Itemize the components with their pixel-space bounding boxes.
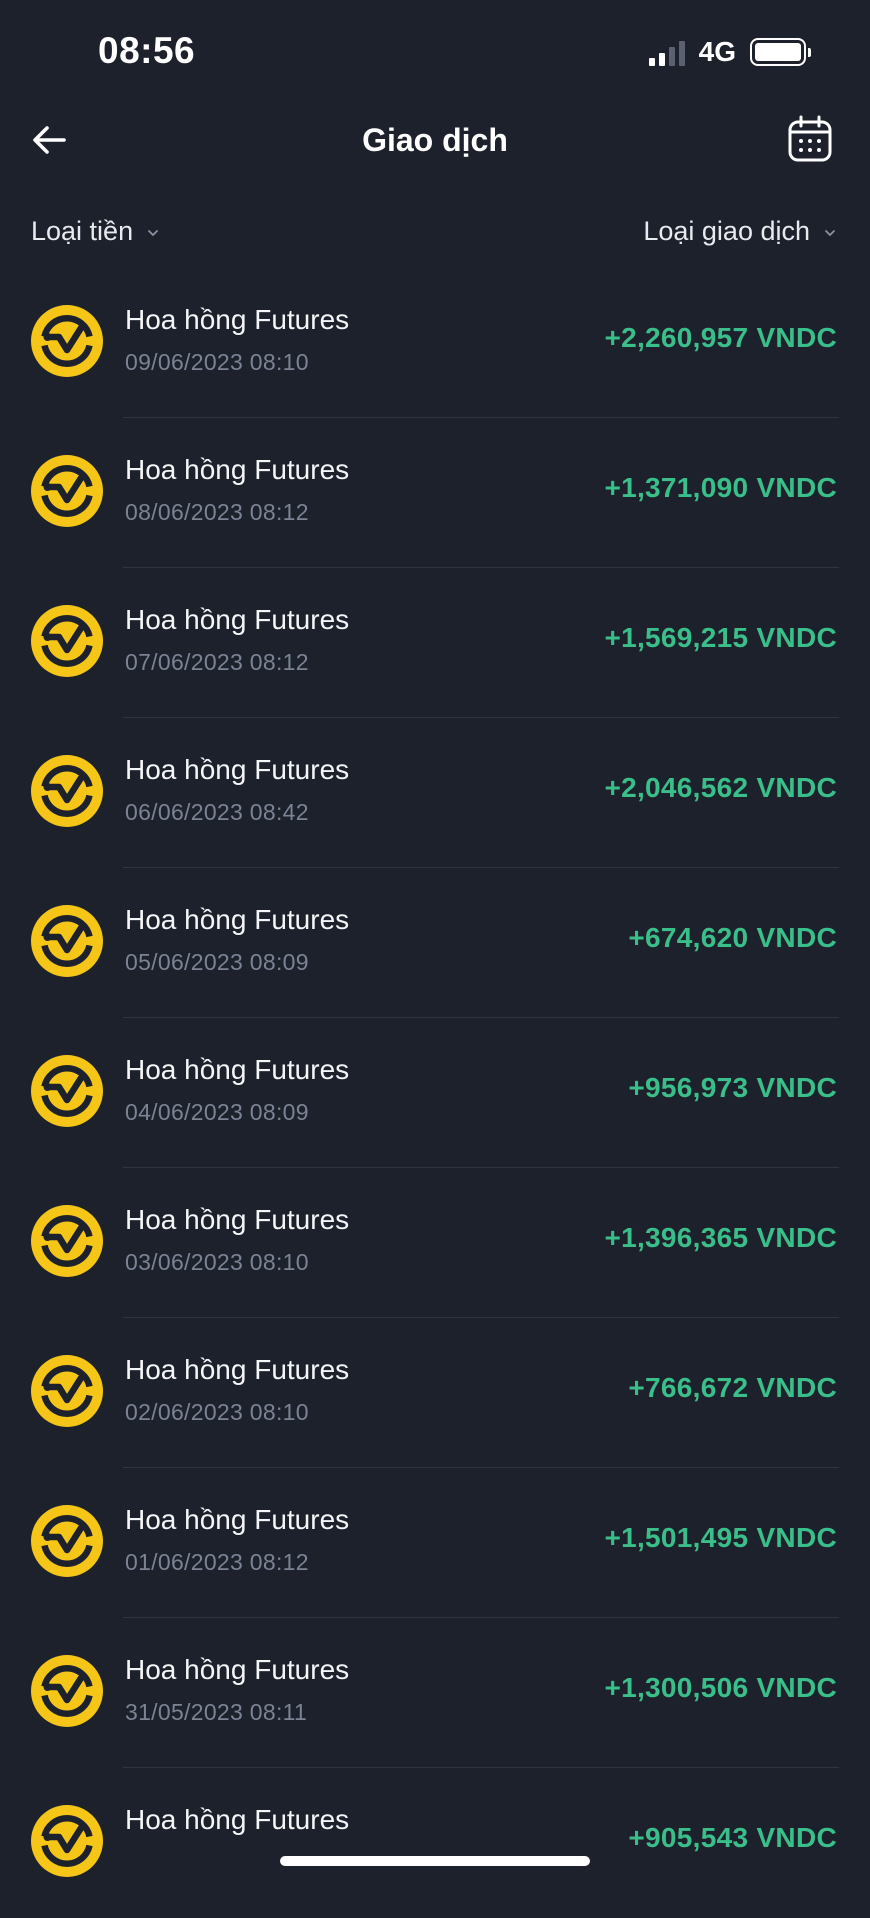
transaction-row[interactable]: Hoa hồng Futures 05/06/2023 08:09 +674,6… bbox=[0, 868, 870, 1018]
transaction-title: Hoa hồng Futures bbox=[125, 604, 350, 635]
transaction-amount: +956,973 VNDC bbox=[628, 1072, 837, 1103]
transaction-amount: +1,501,495 VNDC bbox=[604, 1522, 837, 1553]
transaction-title: Hoa hồng Futures bbox=[125, 1204, 350, 1235]
transaction-date: 02/06/2023 08:10 bbox=[125, 1399, 309, 1425]
transaction-row[interactable]: Hoa hồng Futures 09/06/2023 08:10 +2,260… bbox=[0, 268, 870, 418]
transaction-type-filter-label: Loại giao dịch bbox=[643, 216, 810, 246]
transaction-title: Hoa hồng Futures bbox=[125, 304, 350, 335]
transaction-row[interactable]: Hoa hồng Futures 31/05/2023 08:11 +1,300… bbox=[0, 1618, 870, 1768]
transaction-date: 09/06/2023 08:10 bbox=[125, 349, 309, 375]
network-type: 4G bbox=[698, 36, 736, 67]
transaction-row[interactable]: Hoa hồng Futures 08/06/2023 08:12 +1,371… bbox=[0, 418, 870, 568]
transaction-row[interactable]: Hoa hồng Futures 03/06/2023 08:10 +1,396… bbox=[0, 1168, 870, 1318]
vndc-coin-icon bbox=[31, 1655, 103, 1727]
page-title: Giao dịch bbox=[362, 122, 508, 158]
vndc-coin-icon bbox=[31, 305, 103, 377]
top-app-bar: Giao dịch bbox=[0, 104, 870, 184]
transaction-row[interactable]: Hoa hồng Futures 02/06/2023 08:10 +766,6… bbox=[0, 1318, 870, 1468]
transaction-date: 05/06/2023 08:09 bbox=[125, 949, 309, 975]
vndc-coin-icon bbox=[31, 1205, 103, 1277]
transaction-row[interactable]: Hoa hồng Futures +905,543 VNDC bbox=[0, 1768, 870, 1918]
calendar-icon bbox=[788, 115, 832, 162]
filter-bar: Loại tiền Loại giao dịch bbox=[0, 210, 870, 260]
chevron-down-icon bbox=[148, 229, 158, 236]
transaction-date: 08/06/2023 08:12 bbox=[125, 499, 309, 525]
vndc-coin-icon bbox=[31, 905, 103, 977]
transaction-amount: +2,260,957 VNDC bbox=[604, 322, 837, 353]
transaction-amount: +674,620 VNDC bbox=[628, 922, 837, 953]
home-indicator bbox=[280, 1856, 590, 1866]
vndc-coin-icon bbox=[31, 455, 103, 527]
transaction-list: Hoa hồng Futures 09/06/2023 08:10 +2,260… bbox=[0, 268, 870, 1918]
transaction-date: 07/06/2023 08:12 bbox=[125, 649, 309, 675]
battery-icon bbox=[750, 38, 811, 66]
transaction-amount: +905,543 VNDC bbox=[628, 1822, 837, 1853]
transaction-row[interactable]: Hoa hồng Futures 04/06/2023 08:09 +956,9… bbox=[0, 1018, 870, 1168]
transaction-date: 06/06/2023 08:42 bbox=[125, 799, 309, 825]
status-indicators: 4G bbox=[648, 36, 811, 68]
transaction-date: 04/06/2023 08:09 bbox=[125, 1099, 309, 1125]
transaction-amount: +1,300,506 VNDC bbox=[604, 1672, 837, 1703]
vndc-coin-icon bbox=[31, 1505, 103, 1577]
currency-filter-label: Loại tiền bbox=[31, 216, 134, 246]
transaction-date: 03/06/2023 08:10 bbox=[125, 1249, 309, 1275]
transaction-title: Hoa hồng Futures bbox=[125, 754, 350, 785]
calendar-button[interactable] bbox=[786, 114, 834, 164]
transaction-title: Hoa hồng Futures bbox=[125, 1654, 350, 1685]
vndc-coin-icon bbox=[31, 605, 103, 677]
status-time: 08:56 bbox=[98, 30, 196, 71]
transaction-date: 31/05/2023 08:11 bbox=[125, 1699, 308, 1725]
vndc-coin-icon bbox=[31, 755, 103, 827]
transaction-title: Hoa hồng Futures bbox=[125, 1054, 350, 1085]
transaction-title: Hoa hồng Futures bbox=[125, 454, 350, 485]
transaction-title: Hoa hồng Futures bbox=[125, 1804, 350, 1835]
transaction-title: Hoa hồng Futures bbox=[125, 1354, 350, 1385]
chevron-down-icon bbox=[825, 229, 835, 236]
transaction-amount: +1,371,090 VNDC bbox=[604, 472, 837, 503]
transaction-date: 01/06/2023 08:12 bbox=[125, 1549, 309, 1575]
transaction-amount: +1,569,215 VNDC bbox=[604, 622, 837, 653]
currency-filter-dropdown[interactable]: Loại tiền bbox=[31, 216, 161, 247]
transaction-title: Hoa hồng Futures bbox=[125, 904, 350, 935]
status-bar: 08:56 4G bbox=[0, 0, 870, 104]
transaction-amount: +766,672 VNDC bbox=[628, 1372, 837, 1403]
signal-icon bbox=[648, 38, 685, 66]
transaction-row[interactable]: Hoa hồng Futures 01/06/2023 08:12 +1,501… bbox=[0, 1468, 870, 1618]
vndc-coin-icon bbox=[31, 1805, 103, 1877]
transaction-row[interactable]: Hoa hồng Futures 06/06/2023 08:42 +2,046… bbox=[0, 718, 870, 868]
transaction-type-filter-dropdown[interactable]: Loại giao dịch bbox=[643, 216, 838, 247]
transaction-title: Hoa hồng Futures bbox=[125, 1504, 350, 1535]
transaction-amount: +1,396,365 VNDC bbox=[604, 1222, 837, 1253]
transaction-row[interactable]: Hoa hồng Futures 07/06/2023 08:12 +1,569… bbox=[0, 568, 870, 718]
vndc-coin-icon bbox=[31, 1355, 103, 1427]
transaction-amount: +2,046,562 VNDC bbox=[604, 772, 837, 803]
vndc-coin-icon bbox=[31, 1055, 103, 1127]
